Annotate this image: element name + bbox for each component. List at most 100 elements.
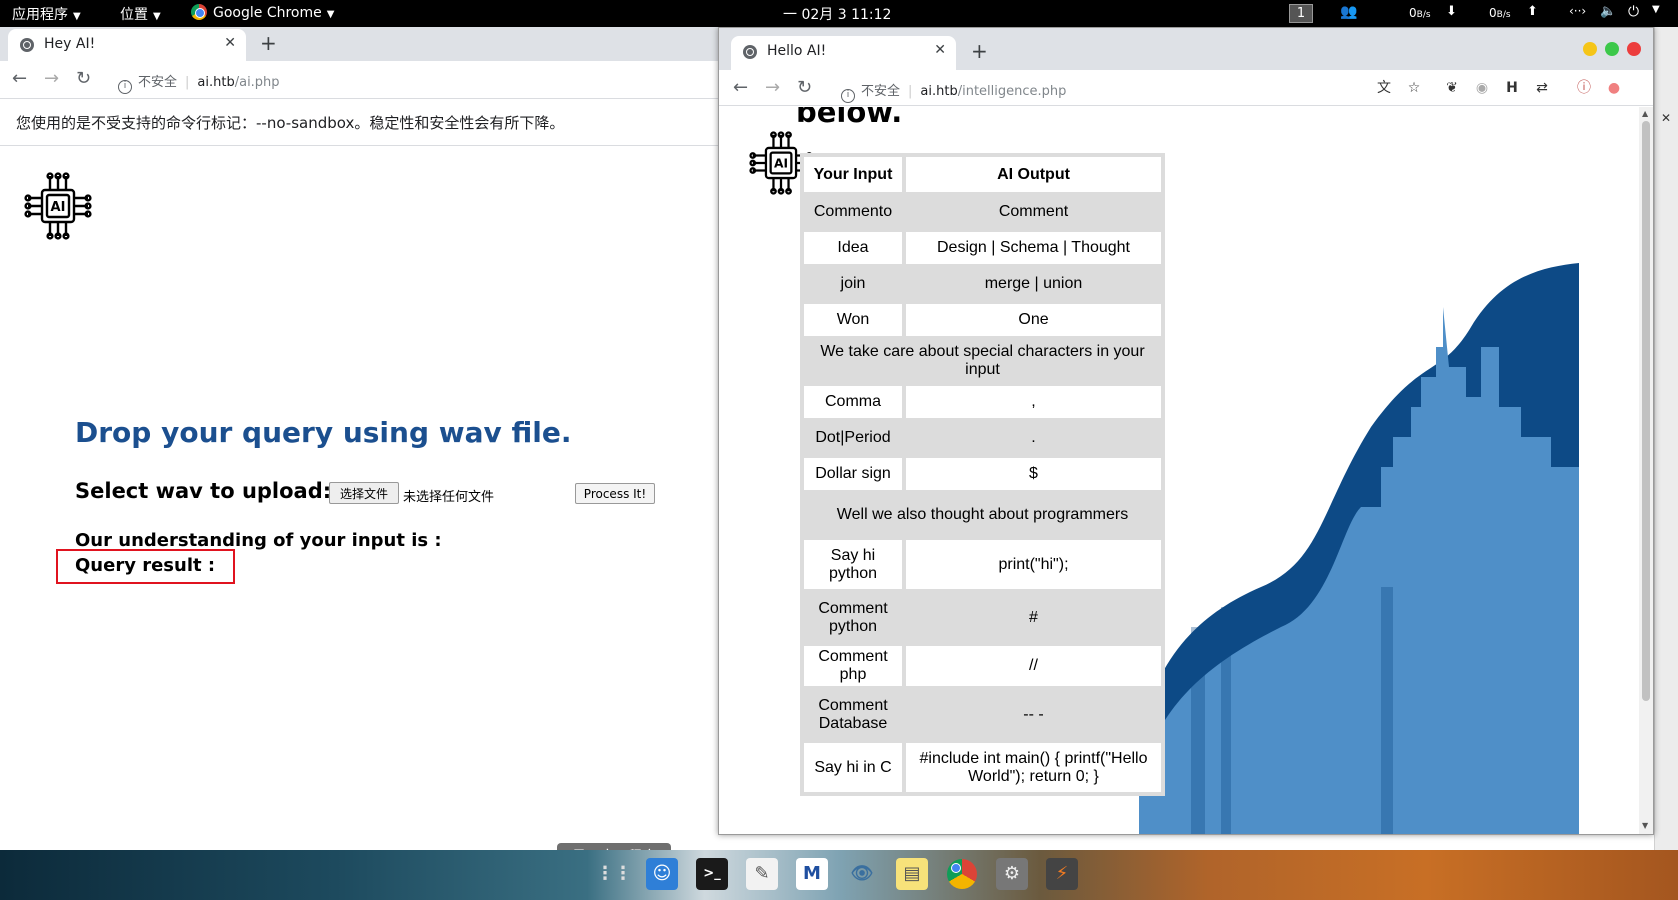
left-browser-window: Hey AI! ✕ + ← → ↻ i 不安全 | ai.htb/ai.php 您使用… (0, 27, 718, 871)
places-menu[interactable]: 位置 ▼ (120, 4, 161, 24)
choose-file-button[interactable]: 选择文件 (329, 482, 399, 504)
page-heading: Drop your query using wav file. (75, 416, 572, 449)
net-upload-speed: 0B/s (1489, 6, 1511, 20)
cell-output: . (906, 422, 1161, 454)
unsupported-flag-infobar: 您使用的是不受支持的命令行标记：--no-sandbox。稳定性和安全性会有所下… (0, 99, 718, 146)
top-panel: 应用程序 ▼ 位置 ▼ Google Chrome ▼ 一 02月 3 11:12 1… (0, 0, 1678, 27)
table-header-row: Your Input AI Output (804, 157, 1161, 192)
address-bar[interactable]: i 不安全 | ai.htb/ai.php (118, 71, 280, 94)
metasploit-icon[interactable]: M (796, 858, 828, 890)
table-section-label: Well we also thought about programmers (804, 494, 1161, 536)
logo-label: AI (51, 200, 66, 215)
active-app-menu[interactable]: Google Chrome ▼ (191, 4, 334, 21)
table-row: Say hi python print("hi"); (804, 540, 1161, 589)
volume-icon[interactable]: 🔈 (1600, 4, 1616, 19)
new-tab-button[interactable]: + (971, 39, 988, 63)
cell-input: Dollar sign (804, 458, 902, 490)
scroll-down-icon[interactable]: ▼ (1642, 821, 1648, 830)
extension-gnome-icon[interactable]: ❦ (1443, 79, 1461, 97)
maximize-button[interactable] (1605, 42, 1619, 56)
right-page-content: below. AI Your Input AI Output Commento … (721, 107, 1639, 834)
insecure-label: 不安全 (138, 75, 178, 90)
minimize-button[interactable] (1583, 42, 1597, 56)
table-row: Idea Design | Schema | Thought (804, 232, 1161, 264)
eye-icon[interactable]: 👁 (846, 858, 878, 890)
reload-button[interactable]: ↻ (76, 68, 91, 89)
ai-chip-logo: AI (24, 172, 92, 244)
info-icon[interactable]: i (841, 89, 855, 103)
notes-icon[interactable]: ▤ (896, 858, 928, 890)
terminal-icon[interactable]: >_ (696, 858, 728, 890)
finder-icon[interactable]: ☺ (646, 858, 678, 890)
process-it-button[interactable]: Process It! (575, 483, 655, 504)
chevron-down-icon: ▼ (73, 11, 81, 22)
url-host: ai.htb (920, 84, 958, 99)
table-row: Won One (804, 304, 1161, 336)
forward-button[interactable]: → (765, 77, 780, 98)
table-row: Dollar sign $ (804, 458, 1161, 490)
workspace-indicator[interactable]: 1 (1289, 4, 1313, 23)
power-icon[interactable]: ⏻ (1628, 4, 1639, 20)
extension-stop-icon[interactable]: ● (1605, 79, 1623, 97)
clock[interactable]: 一 02月 3 11:12 (783, 4, 891, 24)
burp-suite-icon[interactable]: ⚡ (1046, 858, 1078, 890)
cell-output: print("hi"); (906, 540, 1161, 589)
table-row: Dot|Period. (804, 422, 1161, 454)
address-separator: | (185, 75, 190, 90)
table-row: Commento Comment (804, 196, 1161, 228)
extension-circle-icon[interactable]: ◉ (1473, 79, 1491, 97)
net-download-value: 0 (1409, 6, 1417, 20)
translate-icon[interactable]: 文 (1375, 79, 1393, 97)
header-your-input: Your Input (804, 157, 902, 192)
cell-input: Commento (804, 196, 902, 228)
tab-hello-ai[interactable]: Hello AI! ✕ (731, 36, 956, 70)
scroll-up-icon[interactable]: ▲ (1642, 109, 1648, 118)
close-icon[interactable]: ✕ (1661, 111, 1671, 125)
cell-output: -- - (906, 690, 1161, 739)
back-button[interactable]: ← (12, 68, 27, 89)
vertical-scrollbar[interactable]: ▲ ▼ (1639, 107, 1653, 834)
url-host: ai.htb (197, 75, 235, 90)
cell-input: Comment php (804, 646, 902, 686)
settings-gear-icon[interactable]: ⚙ (996, 858, 1028, 890)
table-row: Comment python # (804, 593, 1161, 642)
extension-switch-icon[interactable]: ⇄ (1533, 79, 1551, 97)
people-icon[interactable]: 👥 (1340, 4, 1357, 20)
address-separator: | (908, 84, 913, 99)
applications-menu[interactable]: 应用程序 ▼ (12, 4, 81, 24)
cell-input: Comma (804, 386, 902, 418)
chrome-dock-icon[interactable] (946, 858, 978, 890)
cell-input: Idea (804, 232, 902, 264)
network-icon[interactable]: ‹··› (1569, 4, 1586, 18)
table-row: Comma, (804, 386, 1161, 418)
net-upload-value: 0 (1489, 6, 1497, 20)
arrow-down-icon: ⬇ (1446, 4, 1457, 19)
table-row: Comment php// (804, 646, 1161, 686)
info-icon[interactable]: i (118, 80, 132, 94)
right-browser-window: Hello AI! ✕ + ← → ↻ i 不安全 | ai.htb/intellig… (718, 27, 1654, 835)
left-tab-strip: Hey AI! ✕ + (0, 27, 718, 61)
close-tab-icon[interactable]: ✕ (934, 42, 946, 58)
tab-hey-ai[interactable]: Hey AI! ✕ (8, 29, 246, 61)
close-window-button[interactable] (1627, 42, 1641, 56)
highlight-box (56, 549, 235, 584)
forward-button[interactable]: → (44, 68, 59, 89)
scrollbar-thumb[interactable] (1642, 121, 1650, 701)
app-grid-icon[interactable]: ⋮⋮ (596, 858, 632, 890)
close-tab-icon[interactable]: ✕ (224, 35, 236, 51)
bookmark-star-icon[interactable]: ☆ (1405, 79, 1423, 97)
new-tab-button[interactable]: + (260, 31, 277, 55)
chrome-icon (191, 4, 207, 20)
chevron-down-icon[interactable]: ▼ (1652, 4, 1660, 15)
extension-info-icon[interactable]: ⓘ (1575, 79, 1593, 97)
globe-icon (20, 38, 34, 52)
address-bar[interactable]: i 不安全 | ai.htb/intelligence.php (841, 80, 1066, 103)
text-editor-icon[interactable]: ✎ (746, 858, 778, 890)
extension-h-icon[interactable]: H (1503, 79, 1521, 97)
chevron-down-icon: ▼ (326, 9, 335, 20)
back-button[interactable]: ← (733, 77, 748, 98)
reload-button[interactable]: ↻ (797, 77, 812, 98)
left-toolbar: ← → ↻ i 不安全 | ai.htb/ai.php (0, 61, 718, 99)
cell-output: Design | Schema | Thought (906, 232, 1161, 264)
net-download-unit: B/s (1416, 10, 1431, 20)
